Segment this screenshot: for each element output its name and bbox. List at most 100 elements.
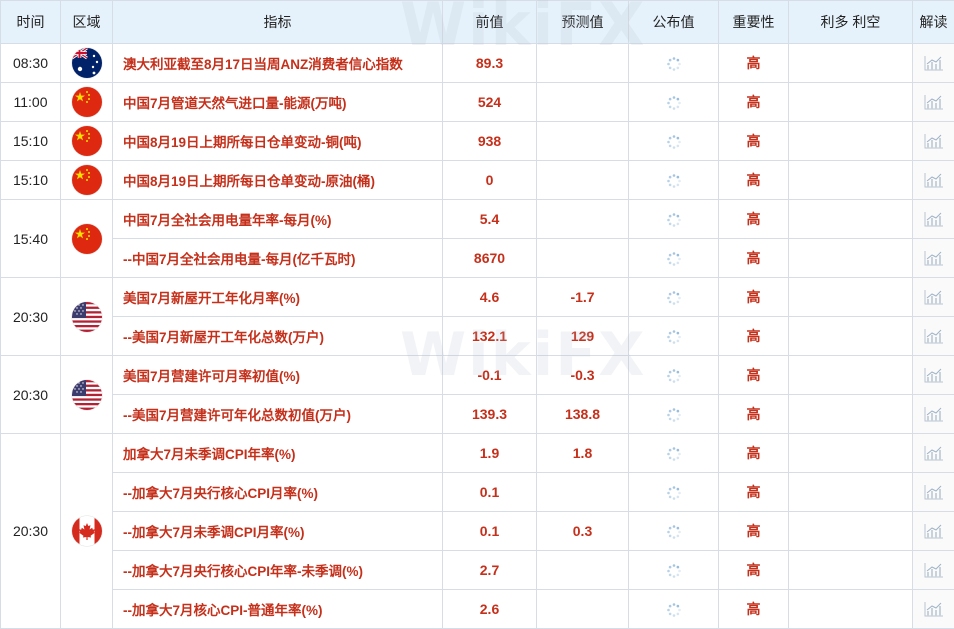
importance-cell: 高	[719, 512, 789, 551]
chart-icon[interactable]	[923, 366, 945, 384]
importance-cell: 高	[719, 83, 789, 122]
interpret-cell[interactable]	[913, 278, 954, 317]
forecast-cell	[537, 83, 629, 122]
forecast-cell	[537, 473, 629, 512]
importance-cell: 高	[719, 395, 789, 434]
indicator-cell: 中国8月19日上期所每日仓单变动-原油(桶)	[113, 161, 443, 200]
importance-cell: 高	[719, 161, 789, 200]
table-row: 20:30加拿大7月未季调CPI年率(%)1.91.8高	[1, 434, 954, 473]
published-cell	[629, 356, 719, 395]
region-cell	[61, 278, 113, 356]
loading-spinner-icon	[666, 485, 682, 501]
indicator-cell: 澳大利亚截至8月17日当周ANZ消费者信心指数	[113, 44, 443, 83]
published-cell	[629, 278, 719, 317]
forecast-cell	[537, 551, 629, 590]
indicator-cell: 加拿大7月未季调CPI年率(%)	[113, 434, 443, 473]
published-cell	[629, 395, 719, 434]
indicator-cell: --美国7月营建许可年化总数初值(万户)	[113, 395, 443, 434]
interpret-cell[interactable]	[913, 395, 954, 434]
interpret-cell[interactable]	[913, 44, 954, 83]
table-row: 11:00中国7月管道天然气进口量-能源(万吨)524高	[1, 83, 954, 122]
interpret-cell[interactable]	[913, 83, 954, 122]
chart-icon[interactable]	[923, 561, 945, 579]
published-cell	[629, 161, 719, 200]
chart-icon[interactable]	[923, 288, 945, 306]
chart-icon[interactable]	[923, 405, 945, 423]
table-row: --加拿大7月央行核心CPI年率-未季调(%)2.7高	[1, 551, 954, 590]
previous-cell: 2.7	[443, 551, 537, 590]
australia-flag-icon	[72, 48, 102, 78]
chart-icon[interactable]	[923, 444, 945, 462]
chart-icon[interactable]	[923, 210, 945, 228]
published-cell	[629, 590, 719, 629]
chart-icon[interactable]	[923, 132, 945, 150]
loading-spinner-icon	[666, 446, 682, 462]
loading-spinner-icon	[666, 524, 682, 540]
bullbear-cell	[789, 122, 913, 161]
previous-cell: -0.1	[443, 356, 537, 395]
indicator-cell: --加拿大7月央行核心CPI年率-未季调(%)	[113, 551, 443, 590]
interpret-cell[interactable]	[913, 122, 954, 161]
region-cell	[61, 200, 113, 278]
china-flag-icon	[72, 165, 102, 195]
interpret-cell[interactable]	[913, 200, 954, 239]
previous-cell: 524	[443, 83, 537, 122]
bullbear-cell	[789, 278, 913, 317]
chart-icon[interactable]	[923, 93, 945, 111]
bullbear-cell	[789, 551, 913, 590]
forecast-cell	[537, 239, 629, 278]
interpret-cell[interactable]	[913, 434, 954, 473]
table-row: --美国7月营建许可年化总数初值(万户)139.3138.8高	[1, 395, 954, 434]
chart-icon[interactable]	[923, 249, 945, 267]
interpret-cell[interactable]	[913, 356, 954, 395]
bullbear-cell	[789, 473, 913, 512]
forecast-cell: -0.3	[537, 356, 629, 395]
time-cell: 15:10	[1, 122, 61, 161]
chart-icon[interactable]	[923, 54, 945, 72]
indicator-cell: --中国7月全社会用电量-每月(亿千瓦时)	[113, 239, 443, 278]
canada-flag-icon	[72, 516, 102, 546]
interpret-cell[interactable]	[913, 590, 954, 629]
interpret-cell[interactable]	[913, 551, 954, 590]
bullbear-cell	[789, 44, 913, 83]
bullbear-cell	[789, 434, 913, 473]
interpret-cell[interactable]	[913, 512, 954, 551]
chart-icon[interactable]	[923, 522, 945, 540]
chart-icon[interactable]	[923, 600, 945, 618]
loading-spinner-icon	[666, 290, 682, 306]
forecast-cell	[537, 161, 629, 200]
importance-cell: 高	[719, 473, 789, 512]
chart-icon[interactable]	[923, 171, 945, 189]
china-flag-icon	[72, 126, 102, 156]
previous-cell: 8670	[443, 239, 537, 278]
published-cell	[629, 473, 719, 512]
chart-icon[interactable]	[923, 327, 945, 345]
forecast-cell: -1.7	[537, 278, 629, 317]
time-cell: 20:30	[1, 356, 61, 434]
table-row: 20:30美国7月营建许可月率初值(%)-0.1-0.3高	[1, 356, 954, 395]
interpret-cell[interactable]	[913, 473, 954, 512]
published-cell	[629, 512, 719, 551]
published-cell	[629, 551, 719, 590]
previous-cell: 938	[443, 122, 537, 161]
indicator-cell: 美国7月营建许可月率初值(%)	[113, 356, 443, 395]
interpret-cell[interactable]	[913, 239, 954, 278]
interpret-cell[interactable]	[913, 161, 954, 200]
chart-icon[interactable]	[923, 483, 945, 501]
bullbear-cell	[789, 200, 913, 239]
bullbear-cell	[789, 317, 913, 356]
importance-cell: 高	[719, 278, 789, 317]
interpret-cell[interactable]	[913, 317, 954, 356]
forecast-cell	[537, 44, 629, 83]
header-indicator: 指标	[113, 1, 443, 44]
region-cell	[61, 122, 113, 161]
indicator-cell: 中国7月管道天然气进口量-能源(万吨)	[113, 83, 443, 122]
loading-spinner-icon	[666, 329, 682, 345]
importance-cell: 高	[719, 590, 789, 629]
header-previous: 前值	[443, 1, 537, 44]
published-cell	[629, 122, 719, 161]
importance-cell: 高	[719, 434, 789, 473]
indicator-cell: 美国7月新屋开工年化月率(%)	[113, 278, 443, 317]
loading-spinner-icon	[666, 602, 682, 618]
previous-cell: 0.1	[443, 512, 537, 551]
